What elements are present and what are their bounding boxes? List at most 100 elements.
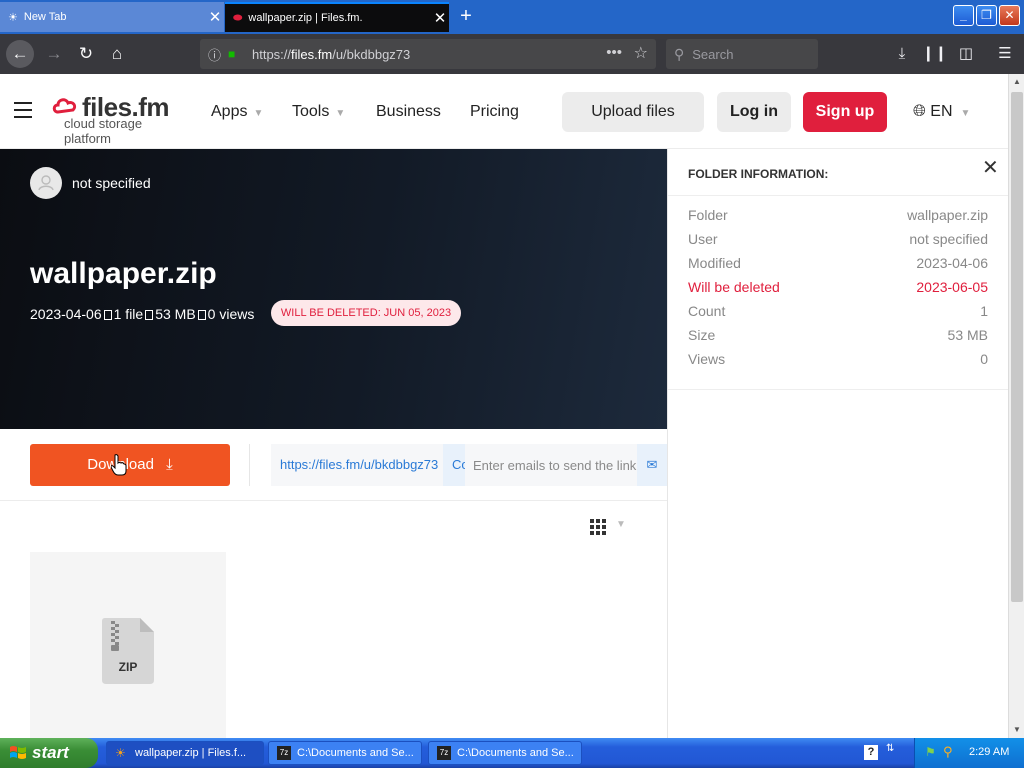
hand-cursor-icon [111, 454, 127, 476]
window-close-button[interactable]: ✕ [999, 5, 1020, 26]
avatar[interactable] [30, 167, 62, 199]
search-icon: ⚲ [674, 45, 685, 62]
menu-business[interactable]: Business [376, 103, 441, 121]
sidebar-icon[interactable]: ◫ [954, 42, 978, 66]
taskbar-item-7zip-2[interactable]: 7z C:\Documents and Se... [428, 741, 582, 765]
download-arrow-icon: ⤓ [166, 456, 173, 473]
menu-tools[interactable]: Tools ▼ [292, 103, 345, 121]
logo-cloud-icon [52, 98, 77, 114]
firefox-icon: ☀ [115, 746, 126, 760]
tab-title: New Tab [23, 11, 67, 23]
chevron-down-icon: ▼ [335, 108, 346, 119]
share-link-field[interactable]: https://files.fm/u/bkdbbgz73 [271, 444, 443, 486]
windows-taskbar: start ☀ wallpaper.zip | Files.f... 7z C:… [0, 738, 1024, 768]
separator-glyph [197, 310, 206, 320]
info-row-count: Count 1 [688, 303, 988, 319]
upload-files-button[interactable]: Upload files [562, 92, 704, 132]
menu-icon[interactable]: ☰ [993, 42, 1017, 66]
firefox-favicon-icon: ☀ [8, 11, 18, 24]
panel-title: FOLDER INFORMATION: [688, 167, 829, 181]
info-row-user: User not specified [688, 231, 988, 247]
bookmark-star-icon[interactable]: ☆ [634, 43, 648, 63]
browser-toolbar: ← → ↻ ⌂ ⓘ ■ https://files.fm/u/bkdbbgz73… [0, 34, 1024, 74]
7zip-icon: 7z [277, 746, 291, 760]
forward-arrow-icon[interactable]: → [40, 40, 68, 68]
search-placeholder: Search [692, 46, 734, 62]
language-selector[interactable]: 🌐︎ EN ▼ [913, 103, 970, 121]
window-restore-button[interactable]: ❐ [976, 5, 997, 26]
site-header: files.fm cloud storage platform Apps ▼ To… [0, 74, 1008, 149]
page-content: files.fm cloud storage platform Apps ▼ To… [0, 74, 1008, 738]
info-row-views: Views 0 [688, 351, 988, 367]
back-arrow-icon[interactable]: ← [6, 40, 34, 68]
home-icon[interactable]: ⌂ [103, 40, 131, 68]
separator-glyph [145, 310, 154, 320]
tab-close-icon[interactable]: ✕ [206, 8, 224, 26]
info-row-will-be-deleted: Will be deleted 2023-06-05 [688, 279, 988, 295]
info-row-modified: Modified 2023-04-06 [688, 255, 988, 271]
clock[interactable]: 2:29 AM [969, 746, 1009, 758]
chevron-down-icon: ▼ [960, 108, 971, 119]
file-card[interactable]: ZIP [30, 552, 226, 738]
tab-close-icon[interactable]: ✕ [431, 9, 449, 27]
magnifier-icon[interactable]: ⚲ [943, 744, 953, 760]
globe-icon: 🌐︎ [913, 103, 926, 120]
new-tab-plus-icon[interactable]: + [456, 5, 476, 27]
menu-apps[interactable]: Apps ▼ [211, 103, 263, 121]
tab-wallpaper[interactable]: ⬬ wallpaper.zip | Files.fm. ✕ [225, 2, 449, 32]
page-actions-icon[interactable]: ••• [606, 44, 622, 61]
lock-icon: ■ [228, 47, 236, 61]
taskbar-item-7zip-1[interactable]: 7z C:\Documents and Se... [268, 741, 422, 765]
info-row-size: Size 53 MB [688, 327, 988, 343]
library-icon[interactable]: ❙❙ [922, 42, 947, 66]
page-scrollbar[interactable]: ▲ ▼ [1008, 74, 1024, 738]
shield-icon[interactable]: ⚑ [925, 745, 936, 759]
login-button[interactable]: Log in [717, 92, 791, 132]
chevron-down-icon: ▼ [616, 519, 626, 530]
owner-name[interactable]: not specified [72, 175, 151, 191]
close-icon[interactable]: ✕ [982, 155, 999, 180]
zip-file-icon: ZIP [102, 618, 154, 684]
reload-icon[interactable]: ↻ [72, 40, 100, 68]
menu-pricing[interactable]: Pricing [470, 103, 519, 121]
deletion-badge: WILL BE DELETED: JUN 05, 2023 [271, 300, 461, 326]
window-minimize-button[interactable]: _ [953, 5, 974, 26]
tab-new-tab[interactable]: ☀ New Tab ✕ [0, 2, 224, 32]
info-row-folder: Folder wallpaper.zip [688, 207, 988, 223]
search-input[interactable]: ⚲ Search [666, 39, 818, 69]
language-code: EN [930, 103, 953, 120]
file-meta: 2023-04-06 1 file 53 MB 0 views [30, 306, 254, 322]
view-mode-toggle[interactable]: ▼ [590, 517, 630, 537]
url-text: https://files.fm/u/bkdbbgz73 [252, 46, 411, 62]
divider [668, 195, 1008, 196]
download-icon[interactable]: ⤓ [890, 42, 914, 66]
hamburger-menu-icon[interactable] [14, 102, 32, 118]
start-label: start [32, 743, 69, 762]
taskbar-item-firefox[interactable]: ☀ wallpaper.zip | Files.f... [106, 741, 264, 765]
download-button[interactable]: Download ⤓ [30, 444, 230, 486]
filesfm-logo[interactable]: files.fm cloud storage platform [52, 92, 192, 146]
browser-tab-strip: ☀ New Tab ✕ ⬬ wallpaper.zip | Files.fm. … [0, 0, 1024, 34]
tab-title: wallpaper.zip | Files.fm. [248, 12, 363, 24]
signup-button[interactable]: Sign up [803, 92, 887, 132]
email-field[interactable] [465, 444, 637, 486]
meta-size: 53 MB [155, 306, 196, 322]
divider [668, 389, 1008, 390]
filesfm-favicon-icon: ⬬ [233, 11, 243, 24]
scrollbar-thumb[interactable] [1011, 92, 1023, 602]
meta-views: 0 views [207, 306, 255, 322]
start-button[interactable]: start [0, 738, 98, 768]
separator-glyph [103, 310, 112, 320]
scroll-up-arrow-icon[interactable]: ▲ [1009, 74, 1024, 90]
send-email-icon[interactable]: ✉ [637, 444, 667, 486]
7zip-icon: 7z [437, 746, 451, 760]
copy-link-button[interactable]: Copy [443, 444, 465, 486]
user-icon [38, 175, 54, 191]
help-icon[interactable]: ? [864, 745, 878, 760]
network-icon[interactable]: ⇅ [886, 743, 898, 761]
scroll-down-arrow-icon[interactable]: ▼ [1009, 722, 1024, 738]
info-icon[interactable]: ⓘ [208, 45, 228, 64]
file-type-label: ZIP [118, 660, 138, 674]
address-bar[interactable]: ⓘ ■ https://files.fm/u/bkdbbgz73 ••• ☆ [200, 39, 656, 69]
meta-date: 2023-04-06 [30, 306, 102, 322]
